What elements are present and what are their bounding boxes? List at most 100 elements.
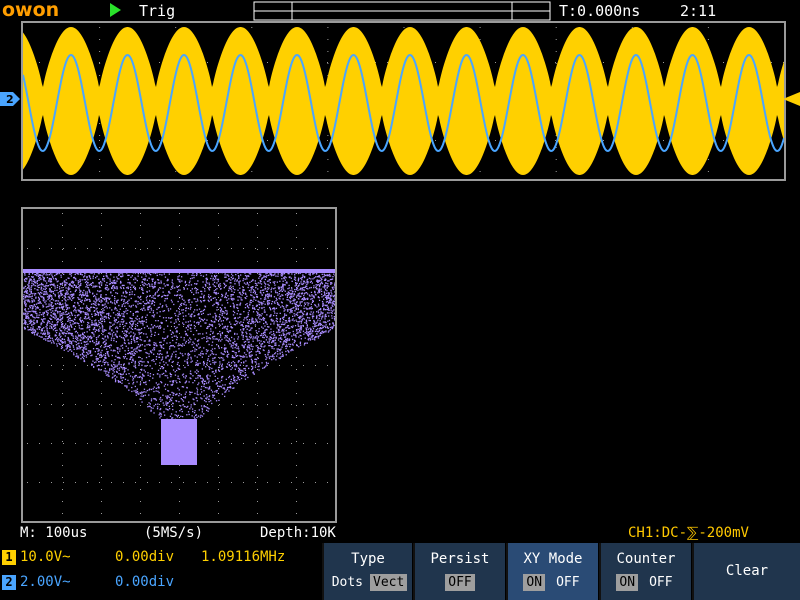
grid-dot [707, 171, 709, 172]
xy-dot [252, 345, 254, 348]
xy-dot [244, 292, 247, 294]
xy-dot [327, 320, 329, 322]
xy-dot [309, 295, 311, 297]
xy-dot [276, 281, 278, 283]
xy-dot [172, 408, 174, 411]
xy-dot [97, 348, 99, 350]
xy-dot [36, 283, 38, 285]
xy-dot [149, 365, 151, 367]
xy-dot [254, 321, 256, 323]
xy-dot [214, 318, 217, 320]
xy-dot [75, 277, 77, 280]
xy-dot [224, 349, 226, 351]
xy-dot [216, 275, 218, 277]
xy-dot [54, 274, 56, 277]
xy-dot [145, 333, 147, 335]
xy-dot [128, 342, 130, 344]
xy-dot [161, 274, 163, 276]
xy-dot [307, 281, 309, 283]
xy-dot [105, 299, 107, 301]
xy-dot [244, 343, 246, 346]
xy-dot [43, 291, 45, 293]
xy-dot [165, 403, 167, 405]
xy-dot [105, 329, 107, 331]
xy-dot [24, 274, 26, 276]
grid-dot [243, 248, 244, 249]
grid-dot [218, 501, 219, 502]
trigger-level-marker[interactable] [783, 92, 800, 106]
xy-dot [134, 341, 136, 343]
xy-dot [177, 289, 180, 291]
grid-dot [296, 513, 297, 514]
grid-dot [218, 261, 219, 262]
xy-dot [49, 284, 51, 286]
xy-dot [52, 305, 55, 307]
xy-dot [206, 387, 208, 389]
xy-dot [96, 357, 98, 360]
xy-dot [132, 314, 134, 316]
xy-dot [212, 394, 214, 396]
xy-dot [308, 277, 310, 279]
grid-dot [101, 273, 102, 274]
xy-dot [119, 348, 121, 350]
xy-dot [139, 384, 141, 386]
xy-dot [81, 279, 83, 281]
xy-dot [301, 301, 303, 303]
xy-dot [194, 287, 196, 290]
xy-dot [226, 330, 228, 332]
xy-dot [49, 281, 52, 283]
xy-dot [247, 312, 249, 314]
xy-dot [236, 347, 238, 350]
xy-dot [60, 347, 63, 350]
xy-dot [304, 342, 306, 344]
xy-dot [296, 312, 299, 314]
xy-dot [132, 383, 134, 385]
xy-dot [230, 298, 233, 301]
xy-dot [261, 307, 263, 309]
xy-dot [322, 276, 324, 278]
xy-dot [169, 400, 171, 403]
grid-dot [303, 404, 304, 405]
xy-dot [232, 287, 234, 290]
xy-dot [72, 281, 75, 283]
xy-dot [215, 400, 218, 402]
ch2-offset-marker[interactable]: 2 [0, 92, 20, 106]
xy-dot [81, 299, 83, 301]
xy-dot [150, 307, 152, 309]
xy-dot [51, 323, 53, 325]
xy-dot [274, 339, 276, 341]
xy-dot [194, 410, 196, 412]
xy-dot [114, 364, 116, 366]
xy-dot [54, 303, 57, 305]
xy-dot [110, 315, 112, 317]
xy-dot [83, 359, 85, 361]
xy-dot [106, 282, 108, 284]
xy-dot [93, 326, 96, 329]
grid-dot [101, 333, 102, 334]
trigger-time-readout: T:0.000ns [559, 2, 641, 20]
xy-dot [264, 333, 266, 336]
xy-dot [242, 278, 245, 280]
xy-dot [144, 273, 146, 275]
xy-dot [166, 284, 168, 286]
xy-dot [266, 323, 268, 325]
xy-dot [63, 349, 65, 351]
grid-dot [218, 225, 219, 226]
xy-dot [124, 334, 126, 337]
xy-dot [297, 325, 299, 327]
xy-dot [264, 366, 266, 368]
xy-dot [166, 342, 168, 344]
xy-dot [270, 275, 273, 277]
grid-dot [279, 443, 280, 444]
xy-dot [281, 346, 283, 348]
xy-dot [136, 315, 139, 317]
xy-dot [247, 341, 249, 343]
xy-dot [200, 388, 202, 390]
xy-dot [207, 358, 209, 360]
xy-dot [259, 275, 261, 278]
xy-dot [210, 328, 212, 330]
xy-dot [282, 280, 284, 282]
xy-dot [300, 311, 303, 313]
xy-dot [203, 385, 205, 387]
xy-dot [239, 322, 241, 324]
